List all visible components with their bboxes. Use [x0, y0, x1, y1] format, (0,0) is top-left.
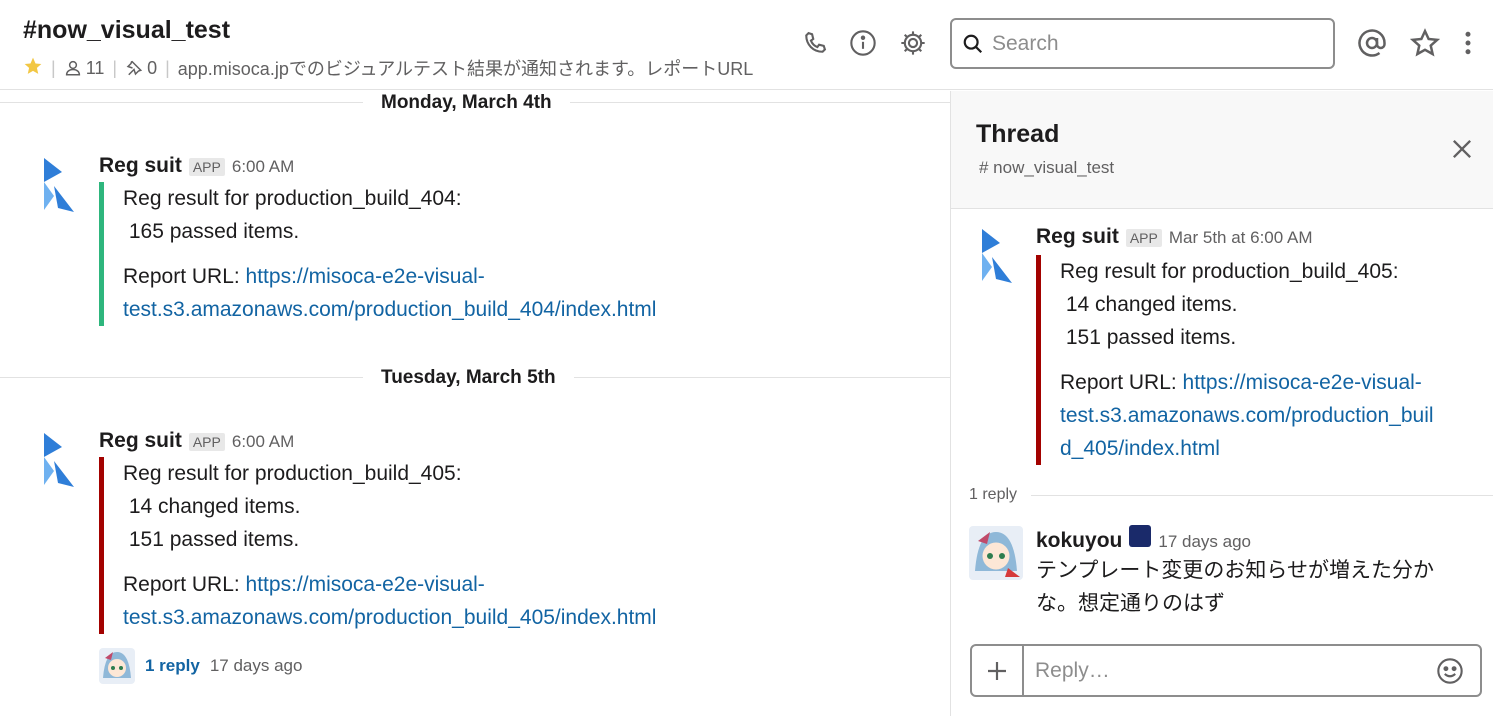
- message-time[interactable]: 6:00 AM: [232, 432, 294, 452]
- channel-header: #now_visual_test | 11 | 0 | app.misoca.j…: [0, 0, 1493, 90]
- message-pane: Monday, March 4th Reg suit APP 6:00 AM R…: [0, 91, 950, 716]
- status-emoji-icon: [1129, 525, 1152, 547]
- avatar[interactable]: [969, 526, 1023, 580]
- more-vertical-icon[interactable]: [1453, 28, 1483, 58]
- thread-pane: Thread # now_visual_test Reg suit APP Ma…: [950, 91, 1493, 716]
- close-icon[interactable]: [1448, 135, 1476, 163]
- attachment-line: Reg result for production_build_404:: [123, 187, 462, 210]
- gear-icon[interactable]: [898, 28, 928, 58]
- reg-suit-logo[interactable]: [40, 431, 80, 487]
- sender-name[interactable]: Reg suit: [99, 429, 182, 453]
- avatar: [99, 648, 135, 684]
- attachment-line: Reg result for production_build_405:: [123, 462, 462, 485]
- reply-time: 17 days ago: [209, 656, 303, 675]
- reply-text: テンプレート変更のお知らせが増えた分か な。想定通りのはず: [1036, 559, 1434, 615]
- plus-icon: [988, 661, 1006, 680]
- reg-suit-logo[interactable]: [40, 156, 80, 212]
- day-label: Monday, March 4th: [363, 92, 570, 114]
- attachment-line: 151 passed items.: [1060, 326, 1237, 349]
- star-icon[interactable]: [23, 56, 43, 81]
- attachment-line: 14 changed items.: [123, 495, 301, 518]
- report-link-cont[interactable]: test.s3.amazonaws.com/production_buil: [1060, 404, 1434, 427]
- attachment-line: 151 passed items.: [123, 528, 300, 551]
- search-icon: [963, 34, 983, 53]
- report-label: Report URL:: [1060, 371, 1183, 394]
- message-time[interactable]: 17 days ago: [1158, 532, 1251, 552]
- report-link-cont[interactable]: test.s3.amazonaws.com/production_build_4…: [123, 298, 656, 321]
- app-badge: APP: [188, 158, 225, 176]
- channel-topic[interactable]: app.misoca.jpでのビジュアルテスト結果が通知されます。レポートURL: [178, 55, 768, 81]
- info-icon[interactable]: [848, 28, 878, 58]
- search-input[interactable]: [992, 31, 1312, 56]
- attachment-line: 165 passed items.: [123, 220, 300, 243]
- star-outline-icon[interactable]: [1410, 28, 1440, 58]
- reg-suit-logo[interactable]: [978, 227, 1018, 283]
- thread-title: Thread: [976, 120, 1060, 148]
- person-icon: [65, 60, 80, 76]
- search-box[interactable]: [950, 18, 1335, 69]
- day-label: Tuesday, March 5th: [363, 367, 574, 389]
- members-count[interactable]: 11: [64, 58, 104, 79]
- at-icon[interactable]: [1357, 28, 1387, 58]
- add-attachment-button[interactable]: [972, 646, 1024, 695]
- pins-count[interactable]: 0: [125, 58, 157, 79]
- attachment-line: 14 changed items.: [1060, 293, 1238, 316]
- report-label: Report URL:: [123, 265, 246, 288]
- report-label: Report URL:: [123, 573, 246, 596]
- app-badge: APP: [188, 433, 225, 451]
- thread-channel[interactable]: # now_visual_test: [979, 158, 1114, 178]
- sender-name[interactable]: Reg suit: [1036, 225, 1119, 249]
- thread-header: Thread # now_visual_test: [951, 91, 1493, 209]
- attachment: Reg result for production_build_404: 165…: [99, 182, 656, 326]
- report-link[interactable]: https://misoca-e2e-visual-: [246, 265, 485, 288]
- report-link-cont[interactable]: test.s3.amazonaws.com/production_build_4…: [123, 606, 656, 629]
- attachment-line: Reg result for production_build_405:: [1060, 260, 1399, 283]
- reply-composer: [970, 644, 1482, 697]
- emoji-icon[interactable]: [1430, 646, 1470, 695]
- reply-separator: 1 reply: [969, 486, 1493, 504]
- sender-name[interactable]: Reg suit: [99, 154, 182, 178]
- report-link-cont[interactable]: d_405/index.html: [1060, 437, 1220, 460]
- reply-input[interactable]: [1024, 658, 1430, 683]
- message-time[interactable]: 6:00 AM: [232, 157, 294, 177]
- reply-count-link[interactable]: 1 reply: [145, 656, 200, 676]
- phone-icon[interactable]: [800, 28, 830, 58]
- attachment: Reg result for production_build_405: 14 …: [99, 457, 656, 634]
- app-badge: APP: [1125, 229, 1162, 247]
- pin-icon: [126, 60, 143, 76]
- sender-name[interactable]: kokuyou: [1036, 529, 1122, 553]
- report-link[interactable]: https://misoca-e2e-visual-: [1183, 371, 1422, 394]
- thread-replies[interactable]: 1 reply 17 days ago: [99, 648, 302, 684]
- attachment: Reg result for production_build_405: 14 …: [1036, 255, 1434, 465]
- channel-name[interactable]: #now_visual_test: [23, 16, 230, 45]
- message-time[interactable]: Mar 5th at 6:00 AM: [1169, 228, 1313, 248]
- report-link[interactable]: https://misoca-e2e-visual-: [246, 573, 485, 596]
- channel-meta: | 11 | 0 | app.misoca.jpでのビジュアルテスト結果が通知さ…: [23, 55, 768, 81]
